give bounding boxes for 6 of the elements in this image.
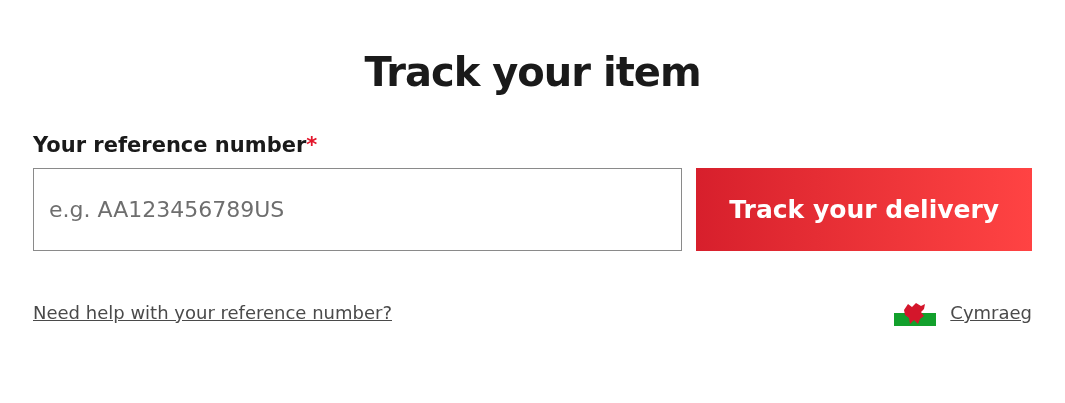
track-button[interactable]: Track your delivery [696,168,1032,251]
help-link[interactable]: Need help with your reference number? [33,299,392,326]
page-title: Track your item [363,48,702,97]
field-label: Your reference number* [33,133,318,157]
language-link[interactable]: Cymraeg [950,299,1032,326]
reference-number-field[interactable]: e.g. AA123456789US [33,168,683,251]
